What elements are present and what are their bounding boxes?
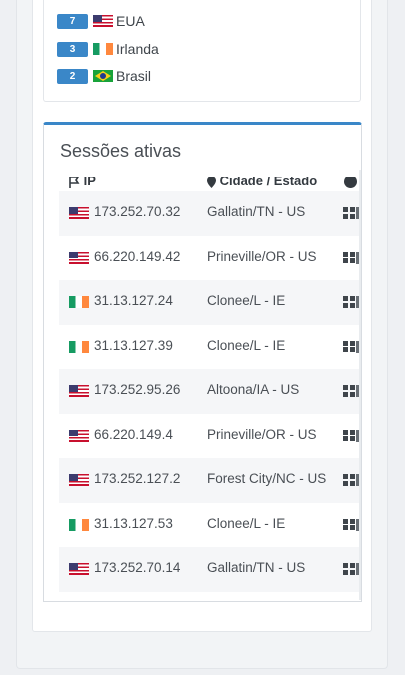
sessions-table: 173.252.70.32 Gallatin/TN - US 66.220.14…: [59, 191, 359, 592]
country-name: Irlanda: [116, 41, 159, 57]
ip-cell: 173.252.95.26: [94, 382, 181, 397]
header-city[interactable]: Cidade / Estado: [207, 177, 317, 188]
us-flag-icon: [69, 207, 89, 219]
ip-cell: 173.252.70.14: [94, 560, 181, 575]
info-circle-icon: [344, 177, 357, 189]
city-cell: Forest City/NC - US: [207, 471, 327, 486]
table-row[interactable]: 173.252.95.26 Altoona/IA - US: [59, 369, 359, 414]
table-row[interactable]: 173.252.70.14 Gallatin/TN - US: [59, 547, 359, 592]
ie-flag-icon: [93, 43, 113, 55]
windows-icon: [343, 563, 355, 575]
table-row[interactable]: 66.220.149.42 Prineville/OR - US: [59, 236, 359, 281]
windows-icon: [343, 474, 355, 486]
city-cell: Gallatin/TN - US: [207, 560, 306, 575]
count-badge: 7: [57, 13, 88, 29]
table-header: IP Cidade / Estado i: [44, 177, 361, 189]
windows-icon: [343, 518, 355, 531]
windows-icon: [343, 429, 355, 442]
header-ip-label: IP: [83, 177, 96, 188]
windows-icon: [343, 296, 355, 308]
country-row-brazil: 2 Brasil: [57, 68, 151, 84]
country-row-usa: 7 EUA: [57, 13, 145, 29]
ip-cell: 66.220.149.42: [94, 248, 181, 264]
city-cell: Clonee/L - IE: [207, 515, 286, 531]
ie-flag-icon: [69, 340, 89, 353]
city-cell: Altoona/IA - US: [207, 382, 300, 397]
table-row[interactable]: 66.220.149.4 Prineville/OR - US: [59, 414, 359, 459]
header-city-label: Cidade / Estado: [219, 177, 318, 188]
city-cell: Gallatin/TN - US: [207, 204, 306, 219]
city-cell: Clonee/L - IE: [207, 293, 286, 308]
ip-cell: 31.13.127.53: [94, 515, 173, 531]
country-name: EUA: [116, 13, 145, 29]
br-flag-icon: [93, 70, 113, 82]
active-sessions-card: Sessões ativas IP Cidade / Estado i 173.…: [43, 122, 362, 602]
count-badge: 2: [57, 68, 88, 84]
header-ip[interactable]: IP: [69, 177, 96, 188]
header-os[interactable]: i: [344, 177, 357, 189]
windows-icon: [343, 251, 355, 264]
ie-flag-icon: [69, 296, 89, 308]
ie-flag-icon: [69, 518, 89, 531]
windows-icon: [343, 340, 355, 353]
table-row[interactable]: 31.13.127.39 Clonee/L - IE: [59, 325, 359, 370]
count-badge: 3: [57, 41, 88, 57]
table-scroll-edge[interactable]: [359, 170, 361, 600]
us-flag-icon: [69, 429, 89, 442]
flag-outline-icon: [69, 177, 80, 188]
card-title: Sessões ativas: [60, 141, 182, 161]
ip-cell: 31.13.127.24: [94, 293, 173, 308]
windows-icon: [343, 385, 355, 397]
us-flag-icon: [69, 385, 89, 397]
table-row[interactable]: 31.13.127.24 Clonee/L - IE: [59, 280, 359, 325]
city-cell: Prineville/OR - US: [207, 248, 317, 264]
ip-cell: 31.13.127.39: [94, 337, 173, 353]
us-flag-icon: [69, 474, 89, 486]
windows-icon: [343, 207, 355, 219]
table-row[interactable]: 173.252.127.2 Forest City/NC - US: [59, 458, 359, 503]
table-row[interactable]: 31.13.127.53 Clonee/L - IE: [59, 503, 359, 548]
city-cell: Prineville/OR - US: [207, 426, 317, 442]
us-flag-icon: [69, 563, 89, 575]
table-row[interactable]: 173.252.70.32 Gallatin/TN - US: [59, 191, 359, 236]
us-flag-icon: [69, 251, 89, 264]
country-name: Brasil: [116, 68, 152, 84]
ip-cell: 66.220.149.4: [94, 426, 173, 442]
city-cell: Clonee/L - IE: [207, 337, 286, 353]
us-flag-icon: [93, 15, 113, 27]
ip-cell: 173.252.70.32: [94, 204, 181, 219]
map-marker-icon: [207, 177, 216, 188]
ip-cell: 173.252.127.2: [94, 471, 181, 486]
country-row-ireland: 3 Irlanda: [57, 41, 159, 57]
